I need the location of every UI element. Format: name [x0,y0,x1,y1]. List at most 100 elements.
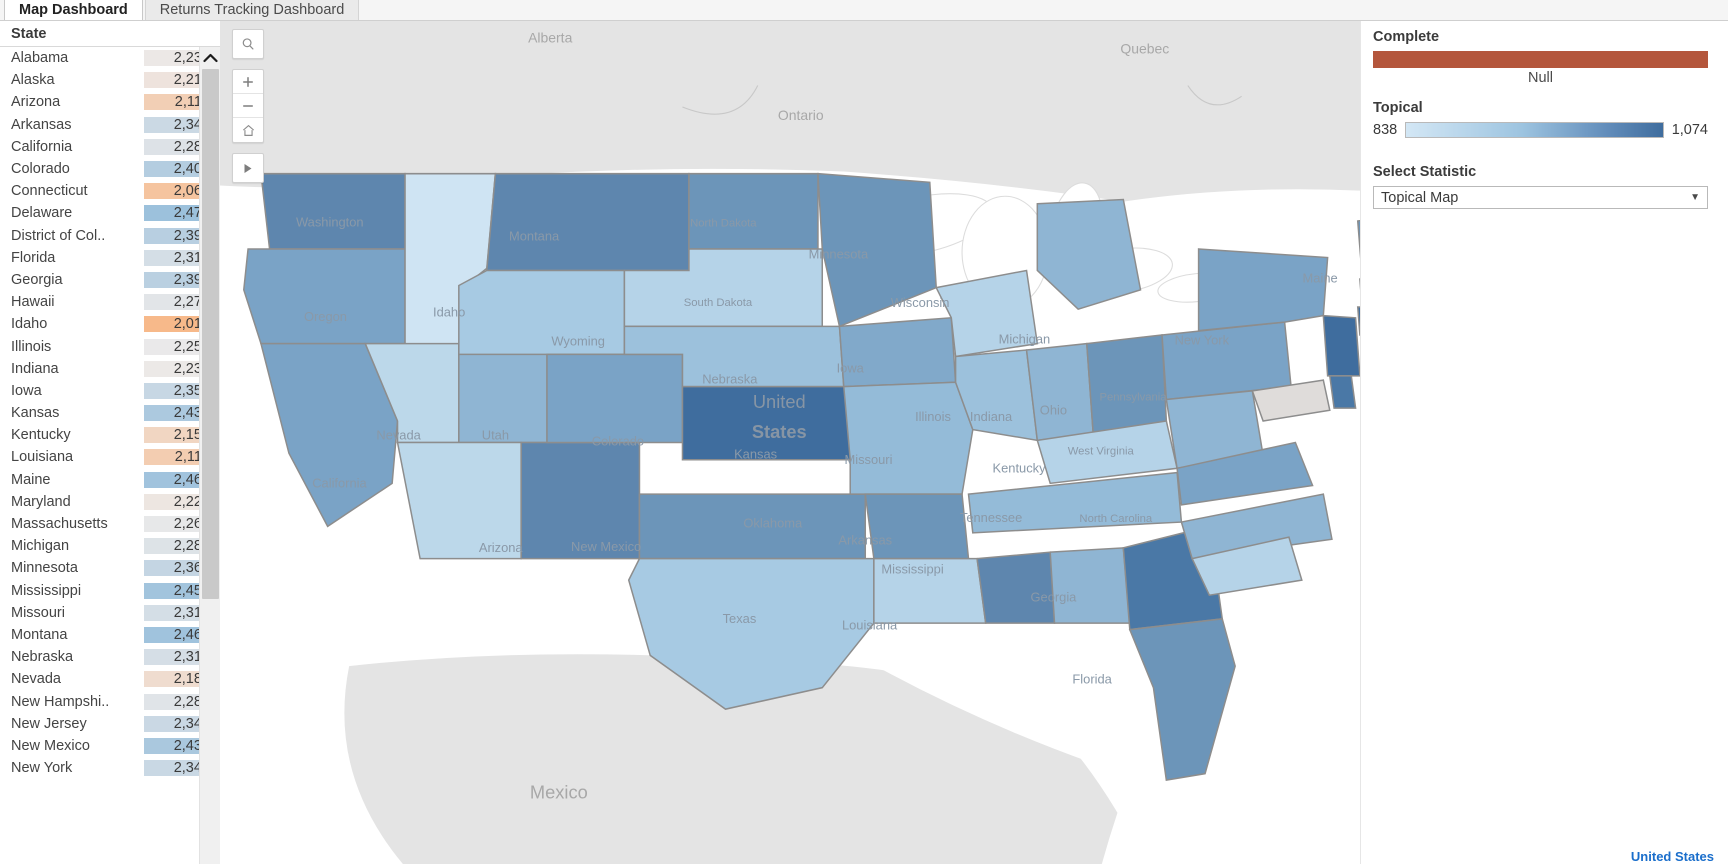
table-row[interactable]: Montana 2,465 [0,624,220,646]
state-name-cell: Connecticut [11,183,88,200]
state-newjersey [1322,314,1360,377]
dashboard-workspace: State Alabama 2,236 Alaska 2,214 Arizona 2,11… [0,21,1728,864]
map-search-button[interactable] [233,30,263,58]
state-column-header[interactable]: State [0,21,220,47]
state-name-cell: Kentucky [11,427,71,444]
state-kansas [681,385,851,461]
state-name-cell: Indiana [11,360,59,377]
state-oregon [243,248,406,345]
state-name-cell: Arkansas [11,116,72,133]
table-row[interactable]: Hawaii 2,274 [0,291,220,313]
state-name-cell: New Hampshi.. [11,693,110,710]
table-row[interactable]: Nevada 2,182 [0,668,220,690]
table-row[interactable]: Georgia 2,390 [0,269,220,291]
table-row[interactable]: Florida 2,316 [0,247,220,269]
map-search-group[interactable] [232,29,264,59]
chevron-up-icon [202,53,218,63]
pan-toggle-button[interactable] [233,154,263,182]
us-choropleth-map[interactable]: WashingtonOregon IdahoMontanaNorth Dakota… [220,21,1360,864]
state-name-cell: Minnesota [11,560,78,577]
state-name-cell: Louisiana [11,449,74,466]
table-row[interactable]: New Mexico 2,437 [0,735,220,757]
topical-legend-title: Topical [1373,100,1423,116]
table-row[interactable]: Missouri 2,314 [0,602,220,624]
state-name-cell: Michigan [11,538,70,555]
state-name-cell: New Mexico [11,737,90,754]
table-row[interactable]: California 2,289 [0,136,220,158]
table-row[interactable]: Iowa 2,352 [0,380,220,402]
state-name-cell: Iowa [11,382,42,399]
table-row[interactable]: Mississippi 2,458 [0,580,220,602]
table-row[interactable]: Michigan 2,288 [0,535,220,557]
table-row[interactable]: Maine 2,462 [0,469,220,491]
complete-color-swatch[interactable] [1373,51,1708,68]
map-toolbar[interactable] [232,29,264,193]
table-row[interactable]: Maryland 2,225 [0,491,220,513]
state-name-cell: Massachusetts [11,516,108,533]
state-name-cell: Hawaii [11,294,55,311]
table-row[interactable]: Kansas 2,431 [0,402,220,424]
table-row[interactable]: Kentucky 2,151 [0,424,220,446]
state-missouri [842,381,974,495]
state-name-cell: Kansas [11,405,60,422]
table-row[interactable]: Massachusetts 2,260 [0,513,220,535]
legend-panel: Complete Null Topical 838 1,074 Select S… [1360,21,1728,864]
tab-returns-tracking-dashboard[interactable]: Returns Tracking Dashboard [144,0,360,20]
state-name-cell: Maine [11,471,51,488]
table-row[interactable]: Alabama 2,236 [0,47,220,69]
map-panel[interactable]: Washington Oregon Idaho Montana North Dakota… [220,21,1360,864]
topical-color-ramp[interactable] [1405,122,1664,138]
chevron-down-icon: ▼ [1690,192,1700,203]
state-name-cell: Delaware [11,205,73,222]
table-row[interactable]: Louisiana 2,110 [0,446,220,468]
zoom-in-button[interactable] [233,70,263,94]
table-row[interactable]: Minnesota 2,362 [0,557,220,579]
statistic-dropdown[interactable]: Topical Map ▼ [1373,186,1708,209]
state-list-scrollbar[interactable] [199,47,220,864]
state-name-cell: Illinois [11,338,52,355]
table-row[interactable]: Alaska 2,214 [0,69,220,91]
table-row[interactable]: Indiana 2,239 [0,358,220,380]
table-row[interactable]: Connecticut 2,066 [0,180,220,202]
table-row[interactable]: Arkansas 2,340 [0,114,220,136]
state-name-cell: Mississippi [11,582,82,599]
table-row[interactable]: District of Col.. 2,396 [0,225,220,247]
state-indiana [1025,342,1095,442]
minus-icon [243,104,253,107]
zoom-out-button[interactable] [233,94,263,118]
home-button[interactable] [233,118,263,142]
state-name-cell: Nevada [11,671,61,688]
scroll-up-button[interactable] [200,47,220,69]
table-row[interactable]: Delaware 2,476 [0,202,220,224]
state-iowa [838,316,957,388]
table-row[interactable]: New York 2,347 [0,757,220,779]
table-row[interactable]: New Hampshi.. 2,281 [0,690,220,712]
table-row[interactable]: Arizona 2,119 [0,91,220,113]
map-attribution[interactable]: United States [1631,849,1714,864]
state-northdakota [688,172,819,250]
map-zoom-group[interactable] [232,69,264,143]
state-alabama [1049,547,1131,624]
state-name-cell: Nebraska [11,649,74,666]
table-row[interactable]: Illinois 2,251 [0,335,220,357]
state-name-cell: Alabama [11,50,69,67]
state-name-cell: Arizona [11,94,61,111]
state-name-cell: Georgia [11,271,63,288]
state-arkansas [864,493,970,560]
dashboard-tab-bar: Map Dashboard Returns Tracking Dashboard [0,0,1728,21]
scrollbar-thumb[interactable] [202,69,219,599]
play-arrow-icon [244,163,252,173]
complete-null-label: Null [1528,70,1553,86]
statistic-dropdown-value: Topical Map [1381,189,1459,206]
topical-max-label: 1,074 [1671,122,1708,138]
table-row[interactable]: Idaho 2,016 [0,313,220,335]
state-ohio [1085,334,1168,435]
state-name-cell: New York [11,760,73,777]
state-montana [485,172,690,272]
table-row[interactable]: New Jersey 2,345 [0,713,220,735]
table-row[interactable]: Colorado 2,406 [0,158,220,180]
map-pan-group[interactable] [232,153,264,183]
state-washington [260,172,406,250]
tab-map-dashboard[interactable]: Map Dashboard [4,0,143,20]
table-row[interactable]: Nebraska 2,312 [0,646,220,668]
